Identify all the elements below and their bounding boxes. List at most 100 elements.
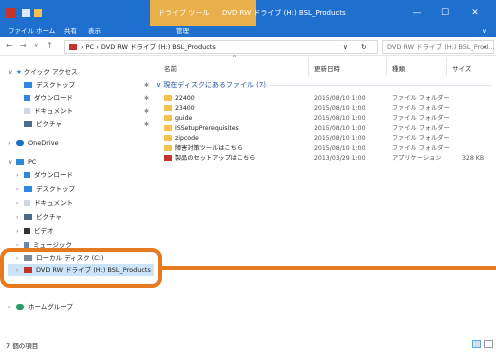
file-type: ファイル フォルダー xyxy=(392,115,450,122)
list-item[interactable]: 23400 2015/08/10 1:00 ファイル フォルダー xyxy=(164,104,494,113)
tab-share[interactable]: 共有 xyxy=(64,26,77,37)
file-date: 2015/08/10 1:00 xyxy=(314,115,366,122)
drive-tools-label[interactable]: ドライブ ツール xyxy=(158,0,209,26)
pin-icon[interactable]: ✱ xyxy=(144,95,149,102)
column-header-type[interactable]: 種類 xyxy=(392,63,405,73)
window-title: DVD RW ドライブ (H:) BSL_Products xyxy=(222,9,346,17)
tab-home[interactable]: ホーム xyxy=(36,26,55,37)
list-item[interactable]: guide 2015/08/10 1:00 ファイル フォルダー xyxy=(164,114,494,123)
file-date: 2015/08/10 1:00 xyxy=(314,145,366,152)
list-item[interactable]: ISSetupPrerequisites 2015/08/10 1:00 ファイ… xyxy=(164,124,494,133)
nav-label: ホームグループ xyxy=(28,303,73,311)
column-divider[interactable] xyxy=(386,58,387,76)
file-size: 328 KB xyxy=(462,155,485,162)
back-icon[interactable]: ← xyxy=(6,37,13,55)
nav-label: ビデオ xyxy=(34,227,54,235)
ribbon-expand-icon[interactable]: ∨ xyxy=(482,26,487,37)
file-type: アプリケーション xyxy=(392,155,442,162)
chevron-right-icon[interactable]: › xyxy=(16,198,24,209)
list-item[interactable]: 製品のセットアップはこちら 2013/03/29 1:00 アプリケーション 3… xyxy=(164,154,494,163)
nav-label: PC xyxy=(28,158,37,166)
download-icon xyxy=(24,95,30,101)
pin-icon[interactable]: ✱ xyxy=(144,108,149,115)
app-icon[interactable] xyxy=(6,8,16,18)
chevron-down-icon[interactable]: ∨ xyxy=(8,67,16,78)
drive-icon xyxy=(69,44,77,50)
quick-folder-icon[interactable] xyxy=(34,9,42,17)
folder-icon xyxy=(164,125,172,131)
file-date: 2015/08/10 1:00 xyxy=(314,105,366,112)
nav-homegroup[interactable]: › ホームグループ xyxy=(8,302,73,313)
file-name: ISSetupPrerequisites xyxy=(175,125,239,132)
forward-icon[interactable]: → xyxy=(20,37,27,55)
file-type: ファイル フォルダー xyxy=(392,125,450,132)
address-dropdown-icon[interactable]: ∨ xyxy=(343,41,348,53)
folder-icon xyxy=(164,115,172,121)
refresh-icon[interactable]: ↻ xyxy=(361,41,366,53)
chevron-down-icon[interactable]: ∨ xyxy=(8,157,16,168)
up-icon[interactable]: ↑ xyxy=(46,37,53,55)
search-input[interactable]: DVD RW ドライブ (H:) BSL_Prod... xyxy=(387,41,494,53)
nav-pc[interactable]: ∨ PC xyxy=(8,157,36,168)
column-header-date[interactable]: 更新日時 xyxy=(314,63,340,73)
column-header-name[interactable]: 名前 xyxy=(164,63,177,73)
close-button[interactable]: ✕ xyxy=(462,0,488,26)
file-type: ファイル フォルダー xyxy=(392,145,450,152)
file-type: ファイル フォルダー xyxy=(392,105,450,112)
pin-icon[interactable]: ✱ xyxy=(144,82,149,89)
highlight-callout-box xyxy=(0,248,162,288)
file-name: guide xyxy=(175,115,193,122)
list-item[interactable]: zipcode 2015/08/10 1:00 ファイル フォルダー xyxy=(164,134,494,143)
column-header-size[interactable]: サイズ xyxy=(452,63,471,73)
nav-pc-videos[interactable]: › ビデオ xyxy=(16,226,54,237)
search-icon[interactable]: ⌕ xyxy=(483,41,487,53)
chevron-right-icon[interactable]: › xyxy=(8,138,16,149)
chevron-right-icon[interactable]: › xyxy=(16,226,24,237)
nav-onedrive[interactable]: › OneDrive xyxy=(8,138,59,149)
nav-quick-pictures[interactable]: ピクチャ xyxy=(24,119,62,130)
group-header[interactable]: ∨ 現在ディスクにあるファイル (7) xyxy=(156,80,266,90)
recent-locations-icon[interactable]: ∨ xyxy=(34,37,38,55)
cloud-icon xyxy=(16,140,24,146)
nav-quick-downloads[interactable]: ダウンロード xyxy=(24,93,73,104)
minimize-button[interactable]: — xyxy=(404,0,430,26)
chevron-right-icon[interactable]: › xyxy=(16,184,24,195)
pictures-icon xyxy=(24,121,32,127)
column-divider[interactable] xyxy=(446,58,447,76)
video-icon xyxy=(24,228,30,234)
file-type: ファイル フォルダー xyxy=(392,95,450,102)
nav-label: OneDrive xyxy=(28,139,59,147)
nav-pc-documents[interactable]: › ドキュメント xyxy=(16,198,73,209)
chevron-right-icon[interactable]: › xyxy=(8,302,16,313)
folder-icon xyxy=(164,95,172,101)
computer-icon xyxy=(16,159,24,165)
address-path[interactable]: › PC › DVD RW ドライブ (H:) BSL_Products xyxy=(81,41,216,53)
list-item[interactable]: 障害対策ツールはこちら 2015/08/10 1:00 ファイル フォルダー xyxy=(164,144,494,153)
large-icons-view-icon[interactable] xyxy=(484,340,493,348)
pin-icon[interactable]: ✱ xyxy=(144,121,149,128)
nav-quick-documents[interactable]: ドキュメント xyxy=(24,106,73,117)
search-box[interactable]: DVD RW ドライブ (H:) BSL_Prod... ⌕ xyxy=(382,40,494,54)
tab-view[interactable]: 表示 xyxy=(88,26,101,37)
column-divider[interactable] xyxy=(308,58,309,76)
nav-pc-downloads[interactable]: › ダウンロード xyxy=(16,170,73,181)
file-date: 2015/08/10 1:00 xyxy=(314,125,366,132)
details-view-icon[interactable] xyxy=(472,340,481,348)
tab-manage[interactable]: 管理 xyxy=(176,26,189,37)
nav-label: ドキュメント xyxy=(34,107,73,115)
file-date: 2015/08/10 1:00 xyxy=(314,95,366,102)
nav-quick-access[interactable]: ∨ ★ クイック アクセス xyxy=(8,67,78,78)
list-item[interactable]: 22400 2015/08/10 1:00 ファイル フォルダー xyxy=(164,94,494,103)
nav-pc-desktop[interactable]: › デスクトップ xyxy=(16,184,75,195)
chevron-right-icon[interactable]: › xyxy=(16,212,24,223)
folder-icon xyxy=(164,105,172,111)
maximize-button[interactable]: ☐ xyxy=(432,0,458,26)
file-name: 22400 xyxy=(175,95,195,102)
tab-file[interactable]: ファイル xyxy=(8,26,34,37)
nav-pc-pictures[interactable]: › ピクチャ xyxy=(16,212,62,223)
nav-quick-desktop[interactable]: デスクトップ xyxy=(24,80,75,91)
address-bar[interactable]: › PC › DVD RW ドライブ (H:) BSL_Products ∨ ↻ xyxy=(64,40,378,54)
quick-save-icon[interactable] xyxy=(22,9,30,17)
chevron-right-icon[interactable]: › xyxy=(16,170,24,181)
file-name: 障害対策ツールはこちら xyxy=(175,145,244,152)
